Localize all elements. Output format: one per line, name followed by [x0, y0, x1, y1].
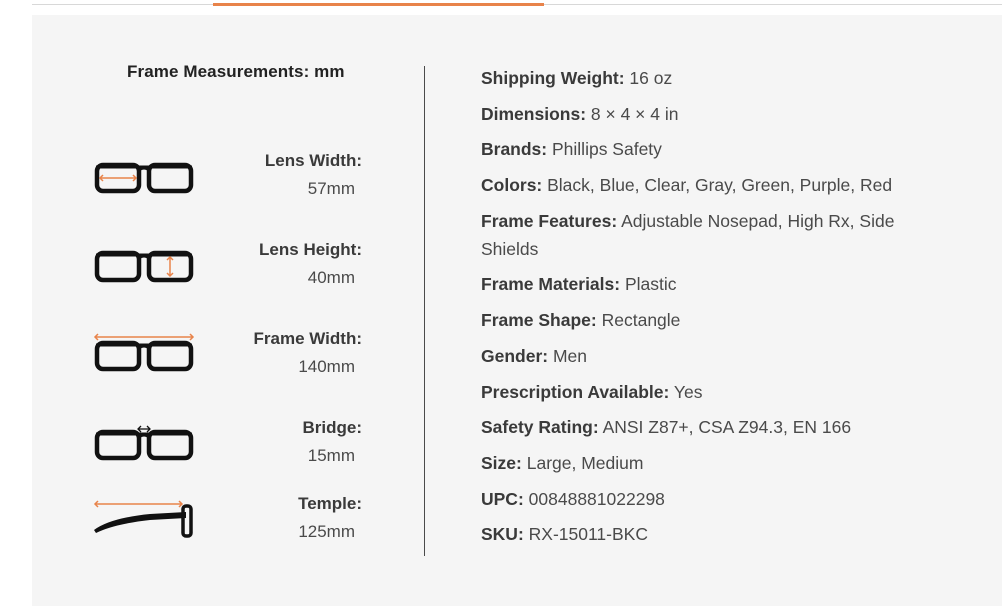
spec-frame-materials: Frame Materials: Plastic [481, 270, 951, 298]
lens-height-icon [94, 250, 194, 283]
spec-prescription-available: Prescription Available: Yes [481, 378, 951, 406]
spec-value: Men [552, 345, 588, 366]
spec-value: Plastic [624, 274, 677, 295]
frame-width-value: 140mm [298, 357, 355, 376]
temple-icon [93, 500, 193, 538]
spec-key: Frame Materials: [481, 274, 621, 295]
bridge-icon [94, 425, 194, 461]
spec-value: ANSI Z87+, CSA Z94.3, EN 166 [602, 417, 852, 438]
spec-value: 8 × 4 × 4 in [590, 103, 679, 124]
spec-key: Size: [481, 452, 522, 473]
spec-value: Rectangle [601, 310, 681, 331]
temple-label: Temple: [298, 494, 362, 513]
frame-measurements-title: Frame Measurements: mm [127, 62, 345, 81]
spec-key: UPC: [481, 488, 524, 509]
active-tab-indicator [213, 3, 544, 6]
frame-width-icon [93, 333, 195, 372]
spec-value: Phillips Safety [552, 139, 662, 160]
spec-value: 00848881022298 [528, 488, 665, 509]
measurement-frame-width: Frame Width: 140mm [90, 329, 370, 389]
spec-brands: Brands: Phillips Safety [481, 135, 951, 163]
lens-width-label: Lens Width: [264, 151, 362, 170]
spec-value: 16 oz [629, 68, 673, 88]
lens-height-label: Lens Height: [259, 240, 362, 259]
spec-key: Frame Shape: [481, 310, 597, 331]
measurement-lens-width: Lens Width: 57mm [90, 151, 370, 211]
spec-key: Dimensions: [481, 103, 587, 124]
spec-shipping-weight: Shipping Weight: 16 oz [481, 64, 951, 92]
spec-value: Yes [673, 381, 703, 402]
measurement-lens-height: Lens Height: 40mm [90, 240, 370, 300]
spec-value: Large, Medium [526, 452, 644, 473]
spec-colors: Colors: Black, Blue, Clear, Gray, Green,… [481, 171, 951, 199]
lens-width-icon [94, 162, 194, 194]
spec-upc: UPC: 00848881022298 [481, 485, 951, 513]
spec-size: Size: Large, Medium [481, 449, 951, 477]
bridge-label: Bridge: [302, 418, 363, 437]
spec-value: RX-15011-BKC [528, 524, 648, 545]
spec-key: Prescription Available: [481, 381, 670, 402]
spec-key: Frame Features: [481, 210, 618, 231]
spec-key: Gender: [481, 345, 549, 366]
spec-key: SKU: [481, 524, 524, 545]
frame-width-label: Frame Width: [253, 329, 362, 348]
spec-frame-features: Frame Features: Adjustable Nosepad, High… [481, 207, 951, 263]
spec-value: Black, Blue, Clear, Gray, Green, Purple,… [547, 175, 893, 196]
spec-dimensions: Dimensions: 8 × 4 × 4 in [481, 100, 951, 128]
spec-gender: Gender: Men [481, 342, 951, 370]
lens-height-value: 40mm [307, 268, 355, 287]
spec-key: Safety Rating: [481, 417, 599, 438]
spec-sku: SKU: RX-15011-BKC [481, 520, 951, 548]
spec-key: Shipping Weight: [481, 68, 625, 88]
spec-key: Colors: [481, 175, 543, 196]
measurement-temple: Temple: 125mm [90, 494, 370, 554]
product-specs-list: Shipping Weight: 16 oz Dimensions: 8 × 4… [481, 64, 951, 556]
column-divider [424, 66, 425, 556]
spec-key: Brands: [481, 139, 548, 160]
measurement-bridge: Bridge: 15mm [90, 418, 370, 478]
bridge-value: 15mm [307, 446, 355, 465]
spec-frame-shape: Frame Shape: Rectangle [481, 306, 951, 334]
lens-width-value: 57mm [307, 179, 355, 198]
spec-safety-rating: Safety Rating: ANSI Z87+, CSA Z94.3, EN … [481, 413, 951, 441]
temple-value: 125mm [298, 522, 355, 541]
